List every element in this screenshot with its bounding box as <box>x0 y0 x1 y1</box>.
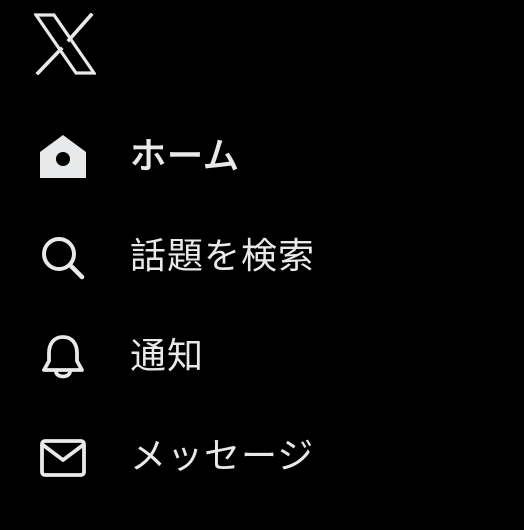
mail-icon <box>38 432 88 482</box>
home-icon <box>38 132 88 182</box>
nav-label-notifications: 通知 <box>130 336 205 377</box>
nav-item-messages[interactable]: メッセージ <box>0 404 524 504</box>
x-logo-icon[interactable] <box>34 13 96 75</box>
sidebar-nav: ホーム 話題を検索 通知 メッセージ <box>0 104 524 504</box>
bell-icon <box>38 332 88 382</box>
nav-label-explore: 話題を検索 <box>130 236 316 277</box>
nav-label-home: ホーム <box>130 136 240 177</box>
nav-label-messages: メッセージ <box>130 436 315 477</box>
nav-item-home[interactable]: ホーム <box>0 104 524 204</box>
nav-item-explore[interactable]: 話題を検索 <box>0 204 524 304</box>
search-icon <box>38 232 88 282</box>
nav-item-notifications[interactable]: 通知 <box>0 304 524 404</box>
